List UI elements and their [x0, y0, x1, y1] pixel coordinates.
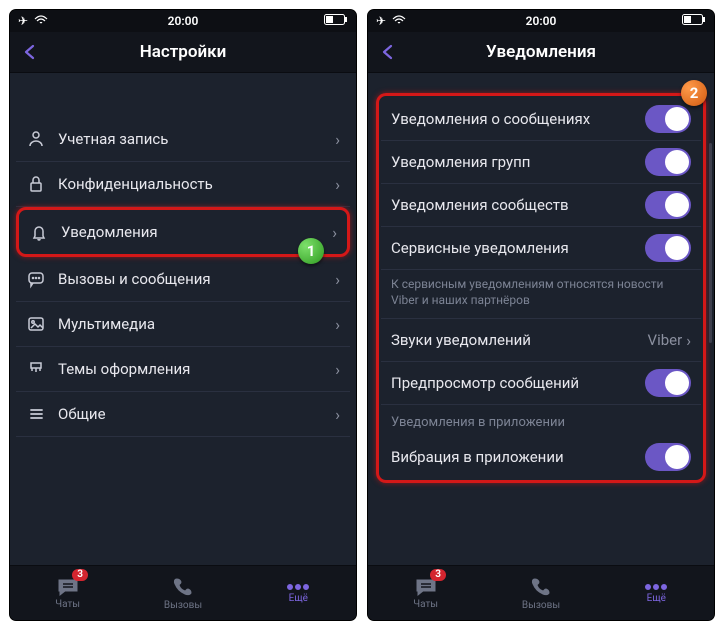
battery-icon: [324, 14, 348, 28]
media-icon: [26, 314, 52, 334]
section-inapp-header: Уведомления в приложении: [381, 405, 701, 436]
row-sounds-label: Звуки уведомлений: [391, 331, 648, 349]
page-title: Уведомления: [486, 42, 596, 62]
chat-icon: [26, 269, 52, 289]
tab-calls[interactable]: Вызовы: [125, 566, 240, 620]
tab-bar: 3 Чаты Вызовы Ещё: [10, 565, 356, 620]
settings-row-label: Мультимедиа: [52, 315, 335, 333]
tab-calls-label: Вызовы: [164, 600, 202, 611]
tab-chats[interactable]: 3 Чаты: [10, 566, 125, 620]
nav-bar: Настройки: [10, 32, 356, 73]
toggle-row-label: Уведомления сообществ: [391, 196, 645, 214]
nav-bar: Уведомления: [368, 32, 714, 73]
status-bar: ✈ 20:00: [368, 10, 714, 32]
wifi-icon: [392, 14, 406, 28]
tab-calls-label: Вызовы: [522, 600, 560, 611]
settings-content: Учетная запись›Конфиденциальность›Уведом…: [10, 73, 356, 565]
airplane-icon: ✈: [376, 14, 386, 28]
toggle-row-label: Уведомления групп: [391, 153, 645, 171]
toggle-preview[interactable]: [645, 369, 691, 397]
chevron-right-icon: ›: [335, 360, 340, 379]
notifications-content: 2 Уведомления о сообщениях Уведомления гр…: [368, 73, 714, 565]
chats-badge: 3: [72, 569, 88, 581]
tab-more[interactable]: Ещё: [241, 566, 356, 620]
tab-chats-label: Чаты: [55, 599, 80, 610]
chevron-right-icon: ›: [335, 130, 340, 149]
tab-chats-label: Чаты: [413, 599, 438, 610]
settings-row-label: Уведомления: [55, 223, 332, 241]
settings-row-lock[interactable]: Конфиденциальность›: [16, 162, 350, 207]
toggle-row-label: Уведомления о сообщениях: [391, 110, 645, 128]
chevron-right-icon: ›: [335, 175, 340, 194]
phone-right: ✈ 20:00 Уведомления 2 Уведомления о сооб…: [368, 10, 714, 620]
back-icon[interactable]: [378, 42, 398, 62]
toggle-row-1[interactable]: Уведомления групп: [381, 141, 701, 184]
tab-calls[interactable]: Вызовы: [483, 566, 598, 620]
toggle-row-2[interactable]: Уведомления сообществ: [381, 184, 701, 227]
settings-row-label: Темы оформления: [52, 360, 335, 378]
tab-chats[interactable]: 3 Чаты: [368, 566, 483, 620]
toggle-switch[interactable]: [645, 105, 691, 133]
settings-row-label: Конфиденциальность: [52, 175, 335, 193]
wifi-icon: [34, 14, 48, 28]
bell-icon: [29, 222, 55, 242]
tab-bar: 3 Чаты Вызовы Ещё: [368, 565, 714, 620]
toggle-row-3[interactable]: Сервисные уведомления: [381, 227, 701, 270]
settings-row-label: Вызовы и сообщения: [52, 270, 335, 288]
callout-1: 1: [298, 238, 324, 264]
scrollbar[interactable]: [709, 143, 712, 343]
toggle-row-label: Сервисные уведомления: [391, 239, 645, 257]
toggle-vibration[interactable]: [645, 443, 691, 471]
chevron-right-icon: ›: [686, 331, 691, 350]
account-icon: [26, 129, 52, 149]
tab-more[interactable]: Ещё: [599, 566, 714, 620]
airplane-icon: ✈: [18, 14, 28, 28]
settings-row-media[interactable]: Мультимедиа›: [16, 302, 350, 347]
row-vibration[interactable]: Вибрация в приложении: [381, 436, 701, 478]
row-preview[interactable]: Предпросмотр сообщений: [381, 362, 701, 405]
page-title: Настройки: [140, 42, 227, 62]
settings-row-account[interactable]: Учетная запись›: [16, 117, 350, 162]
highlight-group: 2 Уведомления о сообщенияхУведомления гр…: [376, 93, 706, 483]
row-sounds[interactable]: Звуки уведомлений Viber ›: [381, 319, 701, 362]
chevron-right-icon: ›: [335, 405, 340, 424]
battery-icon: [682, 14, 706, 28]
toggle-switch[interactable]: [645, 234, 691, 262]
settings-row-label: Общие: [52, 405, 335, 423]
settings-row-brush[interactable]: Темы оформления›: [16, 347, 350, 392]
toggle-switch[interactable]: [645, 148, 691, 176]
tab-more-label: Ещё: [647, 593, 666, 604]
brush-icon: [26, 359, 52, 379]
row-preview-label: Предпросмотр сообщений: [391, 374, 645, 392]
back-icon[interactable]: [20, 42, 40, 62]
toggle-switch[interactable]: [645, 191, 691, 219]
tab-more-label: Ещё: [289, 593, 308, 604]
lock-icon: [26, 174, 52, 194]
chevron-right-icon: ›: [335, 270, 340, 289]
clock: 20:00: [526, 14, 557, 28]
chevron-right-icon: ›: [335, 315, 340, 334]
service-note: К сервисным уведомлениям относятся новос…: [381, 270, 701, 319]
chats-badge: 3: [430, 569, 446, 581]
settings-row-chat[interactable]: Вызовы и сообщения›: [16, 257, 350, 302]
phone-left: ✈ 20:00 Настройки Учетная запись›Конфиде…: [10, 10, 356, 620]
row-sounds-value: Viber: [648, 331, 683, 349]
callout-2: 2: [681, 80, 707, 106]
clock: 20:00: [168, 14, 199, 28]
toggle-row-0[interactable]: Уведомления о сообщениях: [381, 98, 701, 141]
row-vibration-label: Вибрация в приложении: [391, 448, 645, 466]
chevron-right-icon: ›: [332, 223, 337, 242]
settings-row-label: Учетная запись: [52, 130, 335, 148]
list-icon: [26, 404, 52, 424]
status-bar: ✈ 20:00: [10, 10, 356, 32]
settings-row-list[interactable]: Общие›: [16, 392, 350, 437]
